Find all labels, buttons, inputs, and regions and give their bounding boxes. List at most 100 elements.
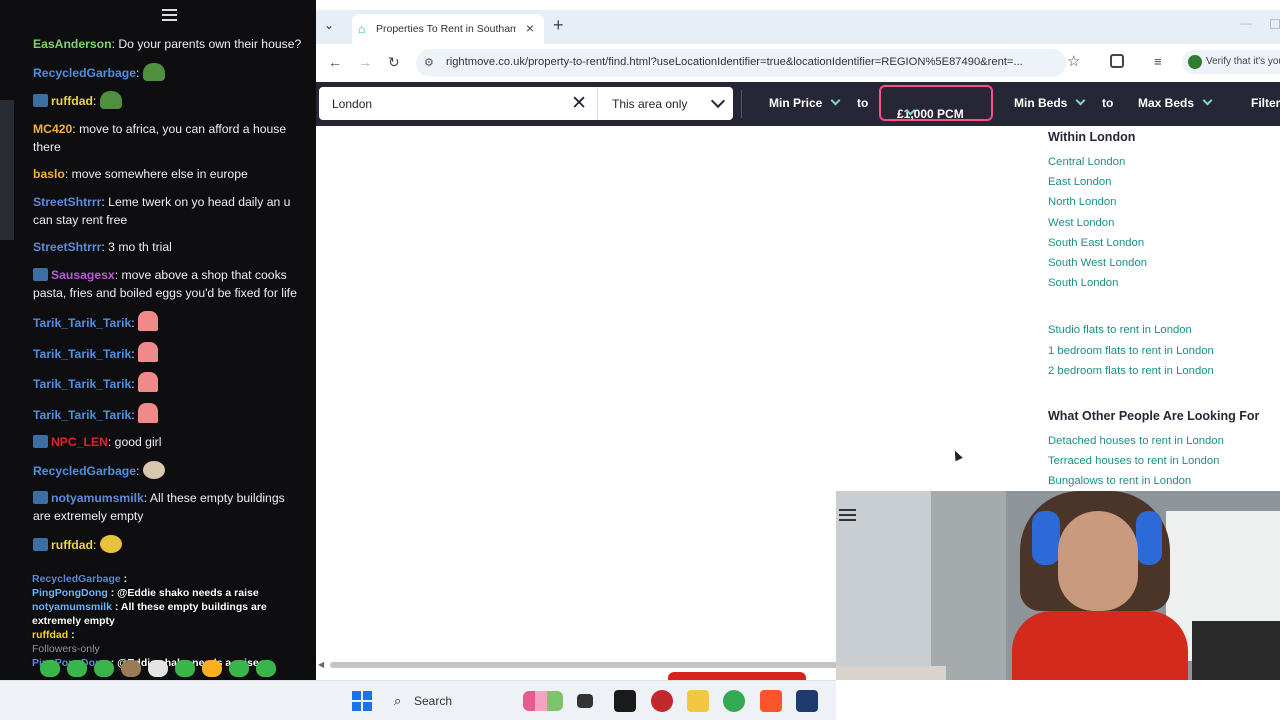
app-icon[interactable]: [614, 690, 636, 712]
area-link[interactable]: East London: [1048, 172, 1280, 192]
clear-icon[interactable]: ✕: [571, 92, 587, 115]
chrome-icon[interactable]: [723, 690, 745, 712]
pat-emote-icon: [138, 402, 159, 423]
dog-emote-icon: [142, 460, 165, 479]
verify-chip[interactable]: Verify that it's you: [1182, 50, 1280, 74]
webcam-person-face: [1058, 511, 1138, 611]
chat-username[interactable]: MC420: [33, 122, 72, 136]
area-link[interactable]: South London: [1048, 273, 1280, 293]
radius-select[interactable]: This area only: [597, 87, 733, 120]
other-search-link[interactable]: Terraced houses to rent in London: [1048, 451, 1280, 471]
chat-username[interactable]: RecycledGarbage: [33, 66, 136, 80]
frog-emote-icon: [142, 62, 165, 81]
chat-username[interactable]: notyamumsmilk: [51, 491, 144, 505]
min-beds-select[interactable]: Min Beds: [1014, 95, 1086, 110]
chevron-down-icon: [710, 93, 726, 109]
chat-menu-icon[interactable]: [162, 9, 177, 23]
horizontal-scrollbar[interactable]: [330, 662, 840, 668]
brave-icon[interactable]: [760, 690, 782, 712]
chat-message: Tarik_Tarik_Tarik:: [33, 402, 303, 424]
taskbar-search[interactable]: ⌕ Search: [386, 687, 518, 715]
chat-message: notyamumsmilk: All these empty buildings…: [33, 489, 303, 525]
area-link[interactable]: South West London: [1048, 253, 1280, 273]
flat-link[interactable]: Studio flats to rent in London: [1048, 320, 1280, 340]
task-view-icon[interactable]: [577, 694, 593, 708]
widgets-icon[interactable]: [523, 691, 563, 711]
new-tab-icon[interactable]: +: [553, 15, 564, 36]
max-price-select[interactable]: £1,000 PCM: [879, 85, 993, 121]
within-heading: Within London: [1048, 130, 1136, 144]
address-bar[interactable]: ⚙ rightmove.co.uk/property-to-rent/find.…: [416, 49, 1066, 77]
filters-button[interactable]: Filters: [1251, 96, 1280, 110]
obs-icon[interactable]: [651, 690, 673, 712]
tab-search-chevron-icon[interactable]: ⌄: [324, 18, 334, 32]
chat-username[interactable]: RecycledGarbage: [33, 464, 136, 478]
hamburger-menu-icon[interactable]: [839, 509, 856, 524]
pat-emote-icon: [138, 311, 159, 331]
chat-text: : move somewhere else in europe: [64, 167, 248, 181]
windows-start-icon[interactable]: [352, 691, 372, 711]
chat-message: Tarik_Tarik_Tarik:: [33, 311, 303, 332]
tab-properties[interactable]: ⌂ Properties To Rent in Southampton ×: [352, 14, 544, 44]
extensions-icon[interactable]: [1110, 54, 1124, 68]
chat-username[interactable]: Tarik_Tarik_Tarik: [33, 347, 131, 361]
pat-emote-icon: [138, 372, 159, 392]
emote-row: [40, 660, 276, 678]
emote-icon: [121, 660, 141, 677]
chat-username[interactable]: NPC_LEN: [51, 435, 108, 449]
frog-emote-icon: [99, 91, 122, 109]
badge-icon: [33, 491, 48, 504]
chat-username[interactable]: ruffdad: [51, 538, 93, 552]
back-icon[interactable]: ←: [328, 54, 342, 70]
other-search-link[interactable]: Detached houses to rent in London: [1048, 431, 1280, 451]
media-control-icon[interactable]: ≡: [1154, 54, 1162, 69]
emote-icon: [229, 660, 249, 677]
chat-text: : 3 mo th trial: [101, 240, 172, 254]
beds-to-label: to: [1102, 96, 1114, 110]
scroll-left-icon[interactable]: ◀: [318, 660, 324, 669]
chat-username[interactable]: Sausagesx: [51, 268, 115, 282]
site-info-icon[interactable]: ⚙: [424, 56, 434, 69]
chat-username[interactable]: StreetShtrrr: [33, 240, 101, 254]
chat-username[interactable]: Tarik_Tarik_Tarik: [33, 377, 131, 391]
chat-message: StreetShtrrr: Leme twerk on yo head dail…: [33, 193, 303, 229]
other-search-link[interactable]: Bungalows to rent in London: [1048, 471, 1280, 491]
flat-link[interactable]: 2 bedroom flats to rent in London: [1048, 361, 1280, 381]
area-links: Central London East London North London Wes…: [1048, 152, 1280, 293]
minimize-icon[interactable]: —: [1240, 16, 1252, 30]
max-beds-select[interactable]: Max Beds: [1138, 95, 1213, 110]
chat-message: Tarik_Tarik_Tarik:: [33, 372, 303, 393]
emote-icon: [40, 660, 60, 677]
overlay-user: RecycledGarbage: [32, 573, 121, 585]
location-input[interactable]: London ✕: [319, 87, 597, 120]
file-explorer-icon[interactable]: [687, 690, 709, 712]
close-icon[interactable]: ×: [526, 20, 534, 36]
area-link[interactable]: North London: [1048, 192, 1280, 212]
chat-username[interactable]: Tarik_Tarik_Tarik: [33, 316, 131, 330]
chat-message: StreetShtrrr: 3 mo th trial: [33, 238, 303, 256]
price-to-label: to: [857, 96, 869, 110]
chat-username[interactable]: EasAnderson: [33, 37, 112, 51]
chat-username[interactable]: baslo: [33, 167, 65, 181]
search-icon: ⌕: [394, 693, 402, 708]
chat-username[interactable]: StreetShtrrr: [33, 195, 101, 209]
reload-icon[interactable]: ↻: [388, 54, 400, 71]
bookmark-star-icon[interactable]: ☆: [1067, 52, 1080, 70]
flat-link[interactable]: 1 bedroom flats to rent in London: [1048, 341, 1280, 361]
min-price-select[interactable]: Min Price: [769, 95, 841, 110]
chat-text: :: [92, 537, 97, 552]
chat-text: :: [92, 94, 97, 108]
forward-icon[interactable]: →: [358, 54, 372, 70]
taskbar-search-label: Search: [414, 694, 453, 708]
chat-username[interactable]: ruffdad: [51, 94, 93, 108]
chat-text: :: [131, 377, 135, 391]
chat-text: :: [135, 65, 140, 80]
chat-message: ruffdad:: [33, 534, 303, 554]
chat-username[interactable]: Tarik_Tarik_Tarik: [33, 408, 131, 422]
chat-message: MC420: move to africa, you can afford a …: [33, 120, 303, 156]
area-link[interactable]: South East London: [1048, 233, 1280, 253]
maximize-icon[interactable]: [1270, 19, 1280, 29]
area-link[interactable]: West London: [1048, 213, 1280, 233]
app-icon[interactable]: [796, 690, 818, 712]
area-link[interactable]: Central London: [1048, 152, 1280, 172]
